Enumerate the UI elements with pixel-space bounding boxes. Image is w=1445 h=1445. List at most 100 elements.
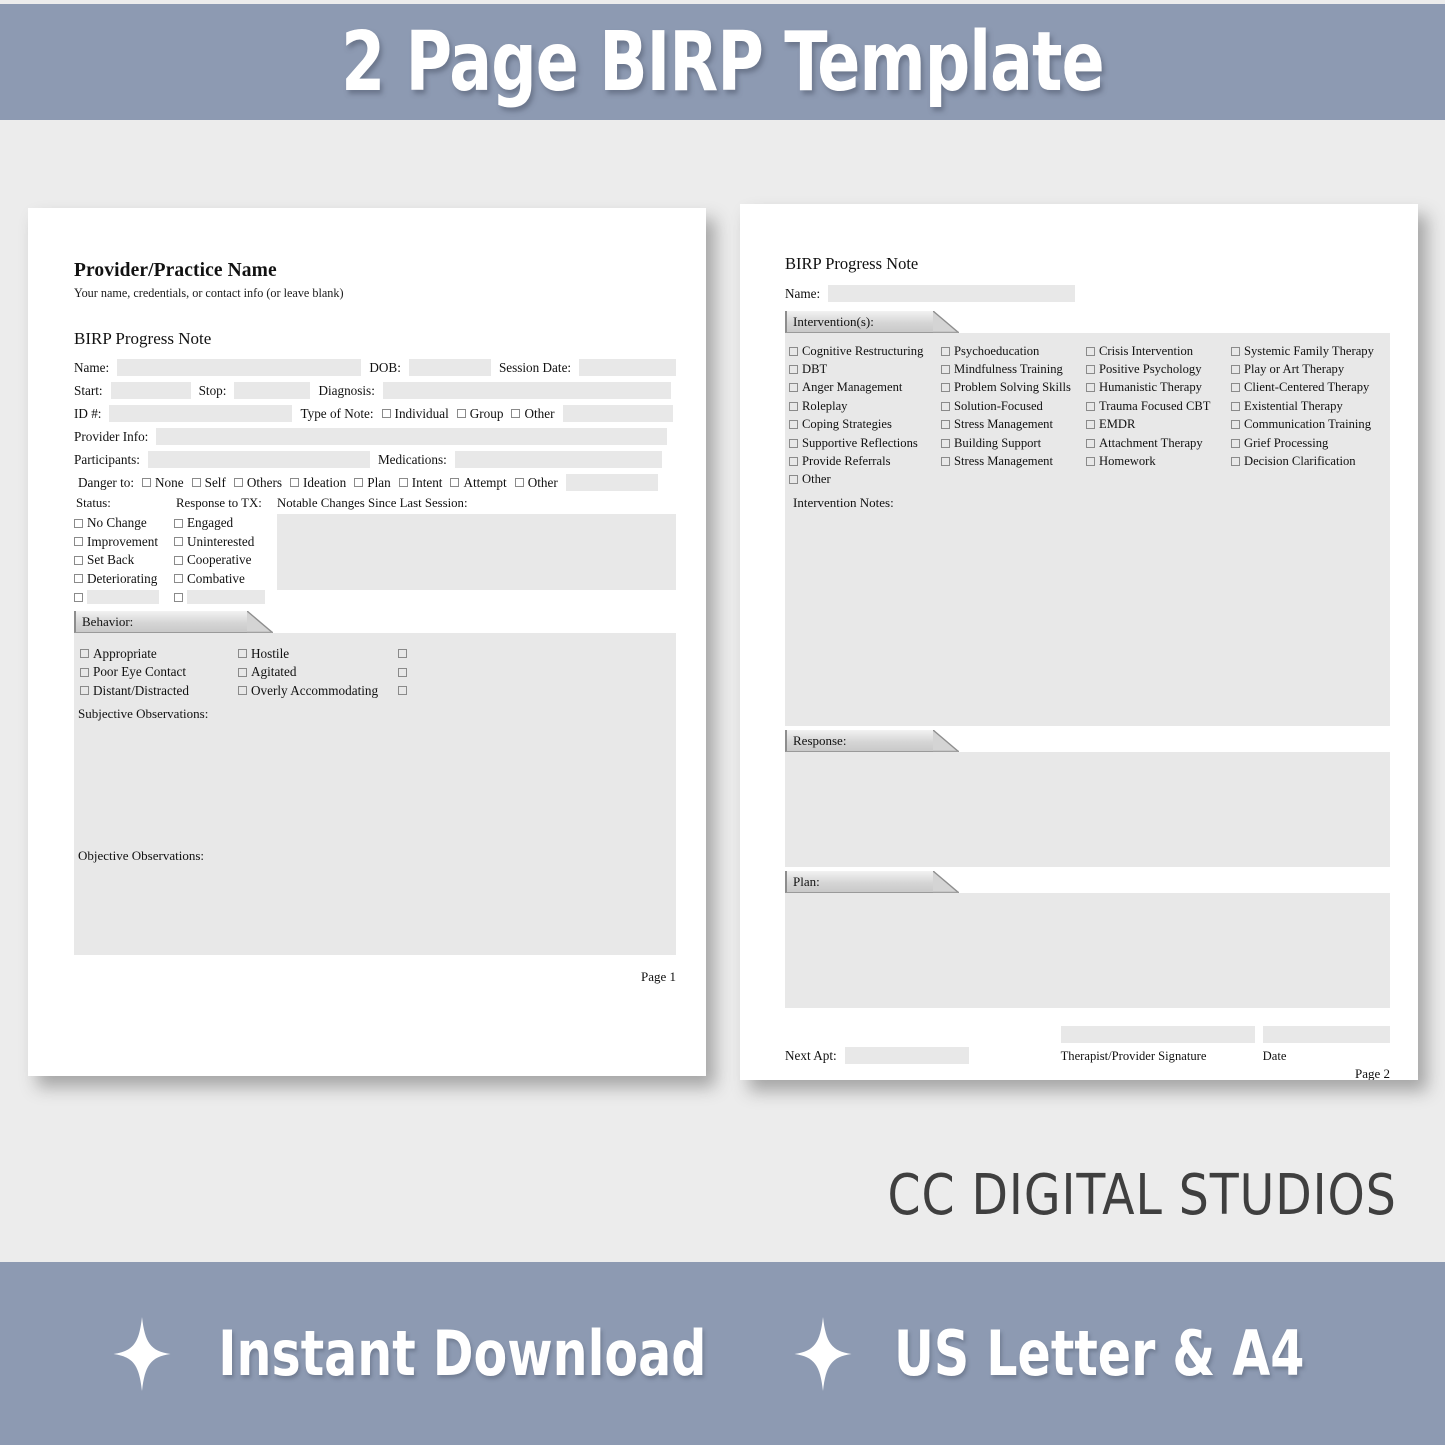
field-signature[interactable]: [1060, 1026, 1255, 1043]
field-date[interactable]: [1262, 1026, 1391, 1043]
checkbox-iv-c4-0[interactable]: Systemic Family Therapy: [1231, 342, 1381, 360]
checkbox-behavior-blank-2[interactable]: [398, 682, 438, 701]
checkbox-iv-c1-6[interactable]: Provide Referrals: [789, 452, 941, 470]
checkbox-behavior-0[interactable]: Appropriate: [80, 645, 238, 664]
field-response[interactable]: [785, 752, 1390, 867]
checkbox-iv-c3-4[interactable]: EMDR: [1086, 416, 1231, 434]
field-status-custom[interactable]: [87, 590, 159, 605]
field-objective-observations[interactable]: [74, 864, 676, 984]
checkbox-danger-intent[interactable]: Intent: [398, 475, 442, 491]
field-id[interactable]: [109, 405, 293, 422]
row-name-dob-session: Name: DOB: Session Date:: [74, 358, 676, 377]
checkbox-danger-other[interactable]: Other: [514, 475, 558, 491]
field-type-other[interactable]: [562, 405, 673, 422]
checkbox-iv-c3-1[interactable]: Positive Psychology: [1086, 360, 1231, 378]
checkbox-icon: [381, 409, 391, 418]
checkbox-status-custom[interactable]: [74, 588, 174, 607]
checkbox-icon: [789, 420, 798, 430]
checkbox-behavior-blank-0[interactable]: [398, 645, 438, 664]
checkbox-danger-attempt[interactable]: Attempt: [450, 475, 507, 491]
field-provider-info[interactable]: [156, 428, 668, 445]
label-signature: Therapist/Provider Signature: [1060, 1049, 1207, 1063]
checkbox-label: Mindfulness Training: [954, 362, 1063, 377]
checkbox-iv-c4-5[interactable]: Grief Processing: [1231, 434, 1381, 452]
checkbox-icon: [941, 438, 950, 448]
checkbox-behavior-2[interactable]: Distant/Distracted: [80, 682, 238, 701]
checkbox-iv-c4-6[interactable]: Decision Clarification: [1231, 452, 1381, 470]
checkbox-iv-c3-5[interactable]: Attachment Therapy: [1086, 434, 1231, 452]
field-diagnosis[interactable]: [382, 382, 671, 399]
field-intervention-notes[interactable]: [785, 511, 1390, 711]
checkbox-status-2[interactable]: Set Back: [74, 551, 174, 570]
checkbox-iv-c4-1[interactable]: Play or Art Therapy: [1231, 360, 1381, 378]
checkbox-status-3[interactable]: Deteriorating: [74, 570, 174, 589]
checkbox-behavior-4[interactable]: Agitated: [238, 663, 398, 682]
field-session-date[interactable]: [579, 359, 676, 376]
field-name[interactable]: [117, 359, 362, 376]
checkbox-iv-c1-1[interactable]: DBT: [789, 360, 941, 378]
checkbox-danger-plan[interactable]: Plan: [354, 475, 391, 491]
checkbox-behavior-3[interactable]: Hostile: [238, 645, 398, 664]
field-response-custom[interactable]: [187, 590, 265, 605]
checkbox-iv-c1-7[interactable]: Other: [789, 471, 941, 489]
checkbox-type-group[interactable]: Group: [456, 406, 503, 422]
checkbox-iv-c1-5[interactable]: Supportive Reflections: [789, 434, 941, 452]
checkbox-iv-c2-2[interactable]: Problem Solving Skills: [941, 379, 1086, 397]
checkbox-iv-c1-3[interactable]: Roleplay: [789, 397, 941, 415]
plan-tab-label: Plan:: [793, 874, 820, 889]
checkbox-icon: [233, 478, 243, 487]
field-name[interactable]: [828, 285, 1076, 302]
checkbox-status-1[interactable]: Improvement: [74, 533, 174, 552]
checkbox-danger-ideation[interactable]: Ideation: [290, 475, 346, 491]
field-next-apt[interactable]: [844, 1047, 970, 1064]
checkbox-type-individual[interactable]: Individual: [381, 406, 449, 422]
checkbox-label: Self: [204, 474, 226, 490]
checkbox-behavior-1[interactable]: Poor Eye Contact: [80, 663, 238, 682]
checkbox-iv-c1-0[interactable]: Cognitive Restructuring: [789, 342, 941, 360]
checkbox-iv-c4-4[interactable]: Communication Training: [1231, 416, 1381, 434]
field-plan[interactable]: [785, 893, 1390, 1008]
signature-row: Next Apt: Therapist/Provider Signature D…: [785, 1026, 1391, 1064]
row-provider-info: Provider Info:: [74, 427, 676, 446]
checkbox-iv-c1-4[interactable]: Coping Strategies: [789, 416, 941, 434]
checkbox-iv-c4-2[interactable]: Client-Centered Therapy: [1231, 379, 1381, 397]
checkbox-danger-none[interactable]: None: [142, 475, 184, 491]
checkbox-response-2[interactable]: Cooperative: [174, 551, 277, 570]
field-participants[interactable]: [147, 451, 370, 468]
checkbox-iv-c3-6[interactable]: Homework: [1086, 452, 1231, 470]
checkbox-iv-c2-4[interactable]: Stress Management: [941, 416, 1086, 434]
checkbox-iv-c2-1[interactable]: Mindfulness Training: [941, 360, 1086, 378]
checkbox-danger-self[interactable]: Self: [191, 474, 226, 491]
field-stop[interactable]: [234, 382, 311, 399]
checkbox-iv-c3-2[interactable]: Humanistic Therapy: [1086, 379, 1231, 397]
checkbox-iv-c1-2[interactable]: Anger Management: [789, 379, 941, 397]
field-subjective-observations[interactable]: [74, 722, 676, 842]
checkbox-iv-c2-6[interactable]: Stress Management: [941, 452, 1086, 470]
field-notable-changes[interactable]: [277, 514, 676, 590]
checkbox-label: None: [155, 474, 184, 490]
checkbox-iv-c2-3[interactable]: Solution-Focused: [941, 397, 1086, 415]
checkbox-response-1[interactable]: Uninterested: [174, 533, 277, 552]
field-start[interactable]: [110, 382, 191, 399]
checkbox-danger-others[interactable]: Others: [233, 475, 282, 491]
checkbox-iv-c4-3[interactable]: Existential Therapy: [1231, 397, 1381, 415]
checkbox-iv-c2-0[interactable]: Psychoeducation: [941, 342, 1086, 360]
checkbox-iv-c2-5[interactable]: Building Support: [941, 434, 1086, 452]
checkbox-behavior-blank-1[interactable]: [398, 663, 438, 682]
checkbox-iv-c3-3[interactable]: Trauma Focused CBT: [1086, 397, 1231, 415]
checkbox-type-other[interactable]: Other: [511, 406, 555, 422]
checkbox-icon: [941, 457, 950, 467]
checkbox-response-0[interactable]: Engaged: [174, 514, 277, 533]
notable-changes-column: Notable Changes Since Last Session:: [277, 496, 676, 607]
checkbox-behavior-5[interactable]: Overly Accommodating: [238, 682, 398, 701]
field-danger-other[interactable]: [565, 474, 658, 491]
checkbox-iv-c3-0[interactable]: Crisis Intervention: [1086, 342, 1231, 360]
sparkle-icon: [794, 1316, 852, 1391]
checkbox-label: Roleplay: [802, 398, 848, 413]
checkbox-response-custom[interactable]: [174, 588, 277, 607]
checkbox-status-0[interactable]: No Change: [74, 514, 174, 533]
checkbox-label: Psychoeducation: [954, 343, 1040, 358]
field-dob[interactable]: [408, 359, 491, 376]
field-medications[interactable]: [454, 451, 662, 468]
checkbox-response-3[interactable]: Combative: [174, 570, 277, 589]
